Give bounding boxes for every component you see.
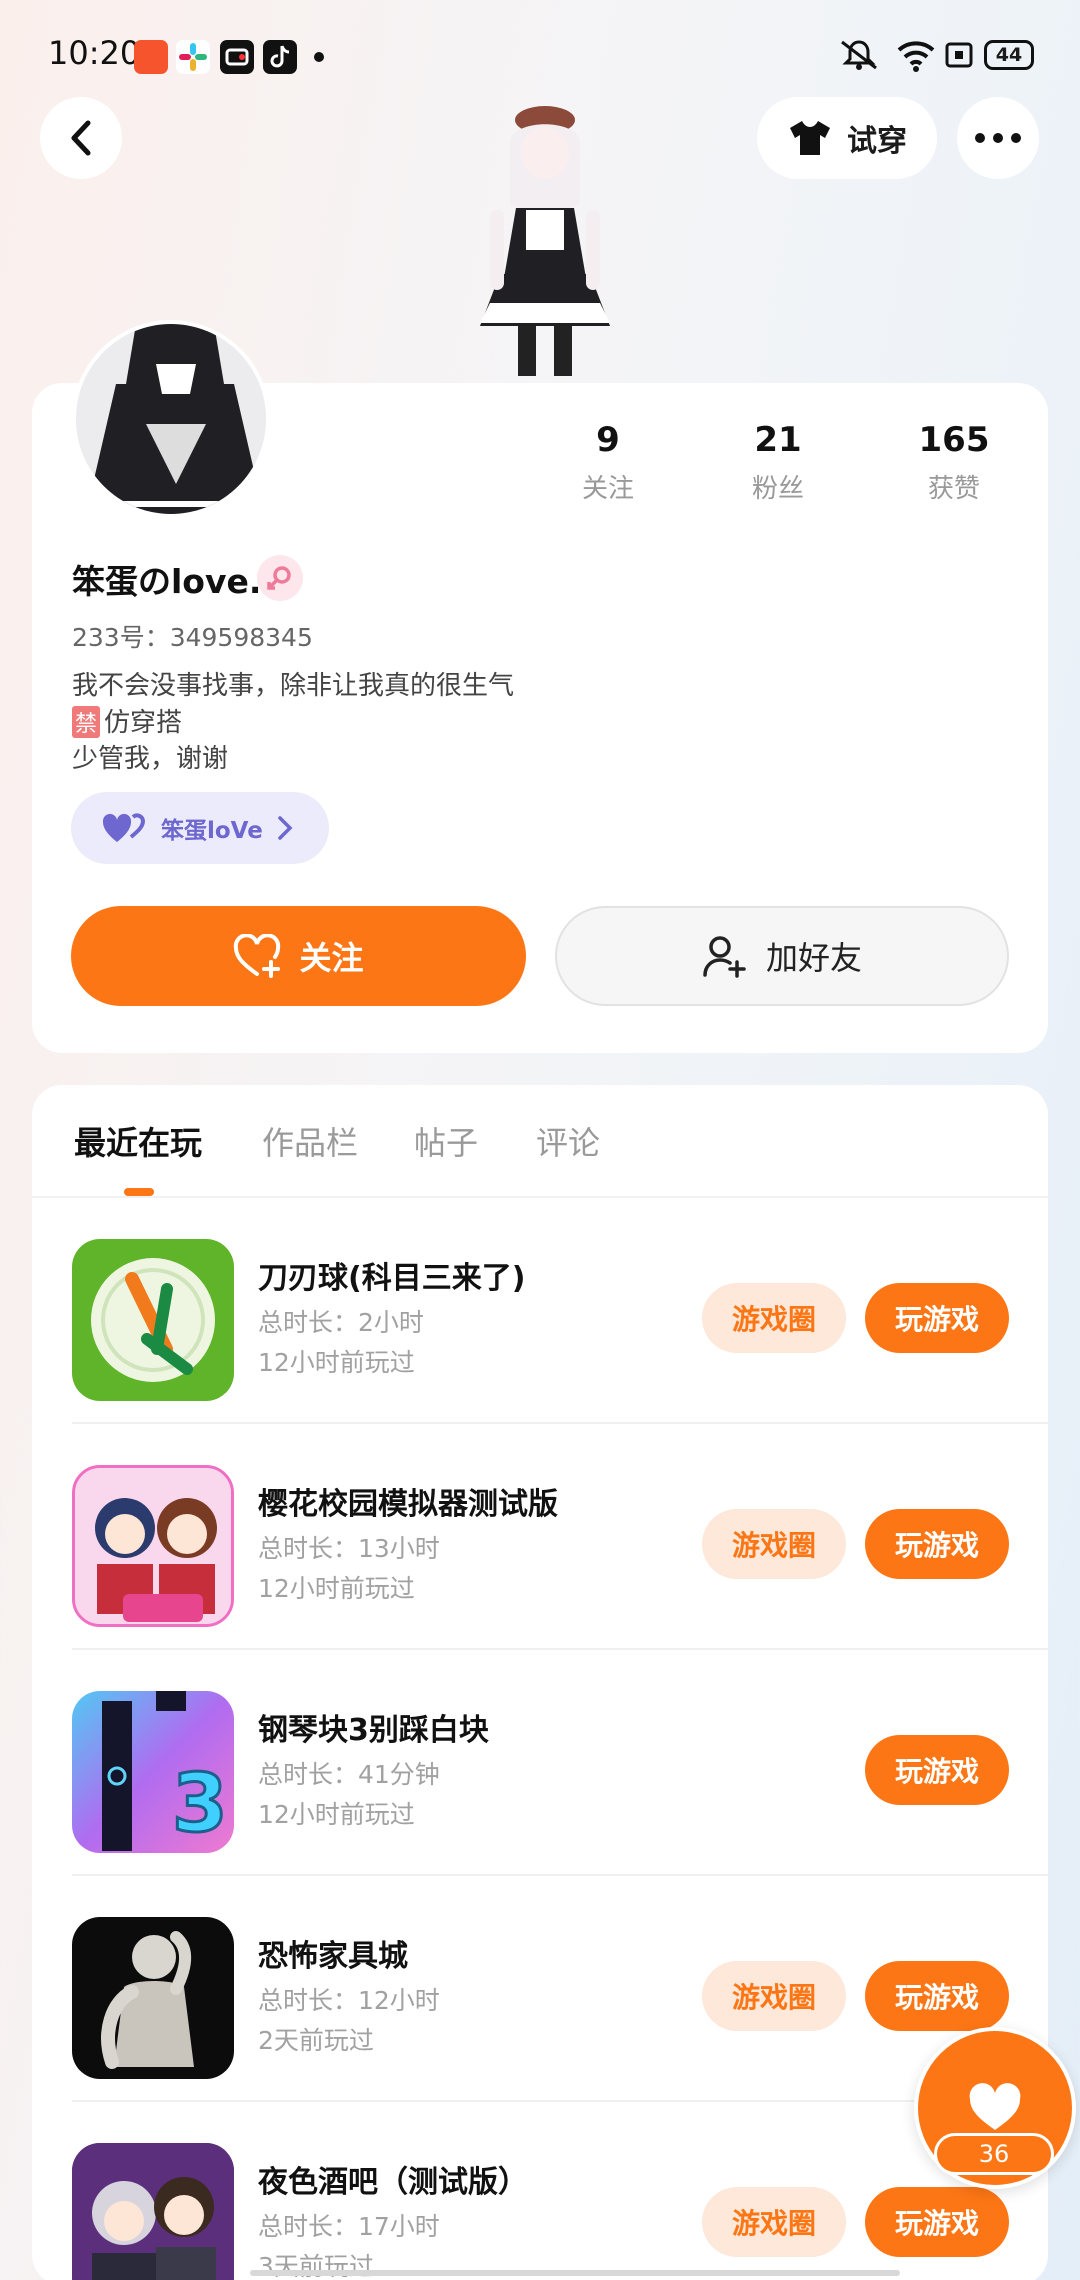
hearts-icon xyxy=(102,813,146,842)
following-count: 9 xyxy=(596,420,620,460)
tab-comments[interactable]: 评论 xyxy=(536,1118,600,1164)
username: 笨蛋のlove. xyxy=(72,562,262,601)
game-last-played: 2天前玩过 xyxy=(258,2026,374,2055)
bio-line-2-wrap: 禁仿穿搭 xyxy=(72,702,182,739)
game-title: 夜色酒吧（测试版） xyxy=(258,2165,528,2200)
add-friend-label: 加好友 xyxy=(765,939,862,977)
game-row[interactable]: 3 钢琴块3别踩白块 总时长：41分钟 12小时前玩过 玩游戏 xyxy=(32,1650,1048,1876)
game-circle-button[interactable]: 游戏圈 xyxy=(702,2187,846,2257)
more-notifications-dot xyxy=(314,52,324,62)
try-on-label: 试穿 xyxy=(847,124,907,159)
game-title: 刀刃球(科目三来了) xyxy=(258,1261,526,1296)
play-game-button[interactable]: 玩游戏 xyxy=(865,1509,1009,1579)
tiktok-notification-icon xyxy=(263,40,297,74)
play-game-button[interactable]: 玩游戏 xyxy=(865,1961,1009,2031)
svg-text:3: 3 xyxy=(172,1757,228,1850)
stat-likes[interactable]: 165 获赞 xyxy=(894,420,1014,505)
status-bar: 10:20 44 xyxy=(0,0,1080,110)
club-chip[interactable]: 笨蛋loVe xyxy=(71,792,329,864)
battery-level: 44 xyxy=(984,40,1034,70)
chevron-right-icon xyxy=(278,816,293,840)
heart-icon xyxy=(969,2083,1021,2130)
play-game-button[interactable]: 玩游戏 xyxy=(865,1735,1009,1805)
bio-line-3: 少管我，谢谢 xyxy=(72,744,229,774)
add-friend-button[interactable]: 加好友 xyxy=(555,906,1009,1006)
sakura-school-game-icon xyxy=(72,1465,234,1627)
game-last-played: 12小时前玩过 xyxy=(258,1574,415,1603)
game-title: 钢琴块3别踩白块 xyxy=(258,1713,489,1748)
active-tab-indicator xyxy=(124,1188,154,1196)
fans-label: 粉丝 xyxy=(751,474,804,504)
game-title: 恐怖家具城 xyxy=(258,1939,408,1974)
back-button[interactable] xyxy=(40,97,122,179)
game-circle-button[interactable]: 游戏圈 xyxy=(702,1509,846,1579)
stat-following[interactable]: 9 关注 xyxy=(548,420,668,505)
club-name: 笨蛋loVe xyxy=(161,818,263,844)
record-notification-icon xyxy=(220,40,254,74)
home-indicator[interactable] xyxy=(250,2270,900,2276)
mute-icon xyxy=(838,38,880,76)
more-button[interactable] xyxy=(957,97,1039,179)
wifi-icon xyxy=(896,38,936,76)
follow-button[interactable]: 关注 xyxy=(71,906,526,1006)
game-row[interactable]: 樱花校园模拟器测试版 总时长：13小时 12小时前玩过 游戏圈 玩游戏 xyxy=(32,1424,1048,1650)
tab-posts[interactable]: 帖子 xyxy=(414,1118,478,1164)
tab-works[interactable]: 作品栏 xyxy=(262,1118,358,1164)
blade-ball-game-icon xyxy=(72,1239,234,1401)
shirt-icon xyxy=(790,121,830,155)
fans-count: 21 xyxy=(754,420,802,460)
like-count: 36 xyxy=(934,2133,1054,2175)
game-title: 樱花校园模拟器测试版 xyxy=(258,1487,558,1522)
following-label: 关注 xyxy=(581,474,634,504)
bio-line-1: 我不会没事找事，除非让我真的很生气 xyxy=(72,671,515,701)
play-game-button[interactable]: 玩游戏 xyxy=(865,2187,1009,2257)
bio-line-2: 仿穿搭 xyxy=(104,708,183,738)
play-game-button[interactable]: 玩游戏 xyxy=(865,1283,1009,1353)
night-bar-game-icon xyxy=(72,2143,234,2280)
clock: 10:20 xyxy=(48,34,141,72)
add-user-icon xyxy=(703,936,746,978)
game-duration: 总时长：17小时 xyxy=(258,2212,440,2241)
game-row[interactable]: 恐怖家具城 总时长：12小时 2天前玩过 游戏圈 玩游戏 xyxy=(32,1876,1048,2102)
chevron-left-icon xyxy=(71,120,91,156)
game-duration: 总时长：41分钟 xyxy=(258,1760,440,1789)
avatar-3d-figure xyxy=(460,98,630,382)
try-on-button[interactable]: 试穿 xyxy=(757,97,937,179)
stat-fans[interactable]: 21 粉丝 xyxy=(718,420,838,505)
likes-label: 获赞 xyxy=(927,474,980,504)
sim-icon xyxy=(944,38,974,76)
game-duration: 总时长：2小时 xyxy=(258,1308,424,1337)
ban-badge: 禁 xyxy=(72,706,101,738)
game-duration: 总时长：12小时 xyxy=(258,1986,440,2015)
more-dots-icon xyxy=(975,133,1021,143)
slack-notification-icon xyxy=(176,40,210,74)
app-notification-icon xyxy=(134,40,168,74)
game-last-played: 12小时前玩过 xyxy=(258,1348,415,1377)
heart-plus-icon xyxy=(234,934,281,978)
horror-furniture-game-icon xyxy=(72,1917,234,2079)
piano-tiles-game-icon: 3 xyxy=(72,1691,234,1853)
game-circle-button[interactable]: 游戏圈 xyxy=(702,1961,846,2031)
game-duration: 总时长：13小时 xyxy=(258,1534,440,1563)
game-row[interactable]: 夜色酒吧（测试版） 总时长：17小时 3天前玩过 游戏圈 玩游戏 xyxy=(32,2102,1048,2280)
game-row[interactable]: 刀刃球(科目三来了) 总时长：2小时 12小时前玩过 游戏圈 玩游戏 xyxy=(32,1198,1048,1424)
game-last-played: 12小时前玩过 xyxy=(258,1800,415,1829)
follow-label: 关注 xyxy=(299,939,364,977)
avatar[interactable] xyxy=(72,320,270,518)
tab-recently-played[interactable]: 最近在玩 xyxy=(74,1118,202,1164)
game-circle-button[interactable]: 游戏圈 xyxy=(702,1283,846,1353)
female-icon xyxy=(257,555,303,601)
likes-count: 165 xyxy=(918,420,990,460)
user-id: 233号：349598345 xyxy=(72,623,313,652)
